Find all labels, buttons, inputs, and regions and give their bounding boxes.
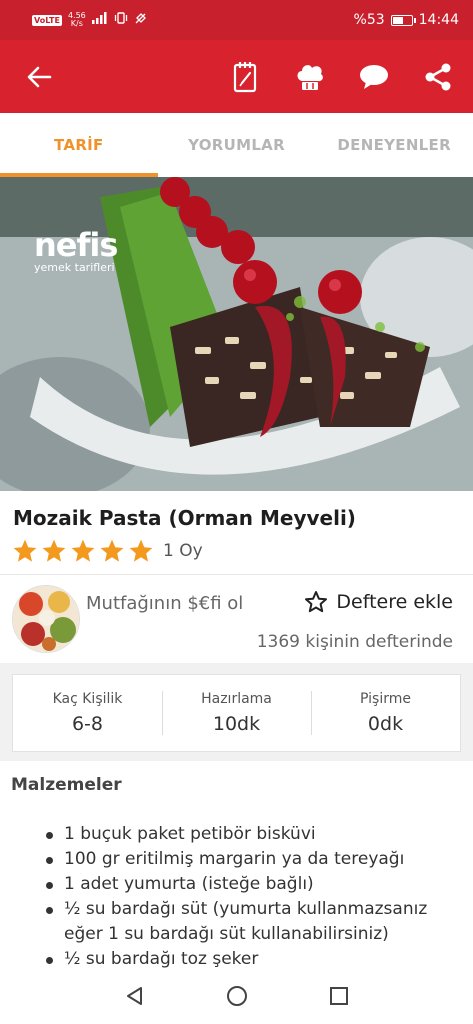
battery-percent: %53 [353, 12, 385, 28]
battery-fill [392, 16, 404, 24]
chef-hat-button[interactable] [291, 58, 329, 96]
battery-icon [390, 14, 416, 26]
status-bar: VoLTE 4.56 K/s %53 14:44 [0, 0, 473, 40]
ingredient-item: ½ su bardağı toz şeker [42, 947, 467, 972]
app-screen: VoLTE 4.56 K/s %53 14:44 TARİF YORUMLAR … [0, 0, 473, 1024]
cake-illustration [0, 177, 473, 491]
star-icon [100, 539, 124, 562]
volte-badge: VoLTE [32, 14, 62, 26]
status-left: VoLTE 4.56 K/s [32, 12, 147, 29]
cook-time-label: Pişirme [360, 691, 411, 707]
ingredient-item: 1 buçuk paket petibör bisküvi [42, 822, 467, 847]
star-icon [42, 539, 66, 562]
star-icon [13, 539, 37, 562]
divider [0, 574, 473, 575]
back-triangle-icon [126, 987, 142, 1005]
notepad-icon [233, 61, 257, 92]
cook-time-value: 0dk [367, 713, 404, 735]
ingredient-item: 1 adet yumurta (isteğe bağlı) [42, 872, 467, 897]
recipe-tabs: TARİF YORUMLAR DENEYENLER [0, 113, 473, 177]
tab-comments[interactable]: YORUMLAR [158, 113, 316, 177]
back-arrow-icon [27, 66, 52, 87]
status-right: %53 14:44 [354, 12, 459, 28]
app-bar-actions [227, 58, 457, 96]
ingredient-item: ½ su bardağı süt (yumurta kullanmazsanız… [42, 897, 467, 947]
recipe-photo: nefis yemek tarifleri [0, 177, 473, 491]
cook-time-info: Pişirme 0dk [311, 675, 460, 751]
recipe-info-section: Kaç Kişilik 6-8 Hazırlama 10dk Pişirme 0… [0, 663, 473, 761]
speed-unit: K/s [70, 19, 83, 28]
watermark-sub: yemek tarifleri [34, 261, 115, 274]
nav-back-button[interactable] [123, 984, 147, 1012]
prep-time-info: Hazırlama 10dk [162, 675, 311, 751]
share-button[interactable] [419, 58, 457, 96]
recipe-title: Mozaik Pasta (Orman Meyveli) [13, 506, 356, 530]
ingredients-list: 1 buçuk paket petibör bisküvi 100 gr eri… [42, 822, 467, 972]
chef-hat-icon [297, 64, 323, 90]
silent-icon [134, 12, 147, 29]
vote-count: 1 Oy [163, 541, 203, 561]
notebook-count: 1369 kişinin defterinde [256, 632, 453, 652]
add-to-notebook-label: Deftere ekle [336, 591, 453, 613]
back-button[interactable] [20, 58, 58, 96]
nav-recents-button[interactable] [327, 984, 351, 1012]
tab-tried[interactable]: DENEYENLER [315, 113, 473, 177]
avatar-image [13, 586, 79, 652]
home-circle-icon [226, 986, 247, 1006]
recents-square-icon [329, 987, 348, 1005]
app-bar [0, 40, 473, 113]
servings-value: 6-8 [71, 713, 104, 735]
system-nav-bar [0, 972, 473, 1024]
tab-recipe[interactable]: TARİF [0, 113, 158, 177]
vibrate-icon [114, 12, 128, 28]
avatar[interactable] [12, 585, 80, 653]
network-speed: 4.56 K/s [68, 12, 86, 28]
prep-time-label: Hazırlama [201, 691, 272, 707]
recipe-info-card: Kaç Kişilik 6-8 Hazırlama 10dk Pişirme 0… [12, 674, 461, 752]
clock: 14:44 [418, 12, 459, 28]
star-icon [71, 539, 95, 562]
servings-info: Kaç Kişilik 6-8 [13, 675, 162, 751]
notepad-button[interactable] [227, 58, 265, 96]
ingredient-item: 100 gr eritilmiş margarin ya da tereyağı [42, 847, 467, 872]
nav-home-button[interactable] [225, 984, 249, 1012]
rating-row[interactable]: 1 Oy [12, 538, 203, 564]
add-to-notebook-button[interactable]: Deftere ekle [304, 590, 453, 614]
star-icon [129, 539, 153, 562]
prep-time-value: 10dk [212, 713, 261, 735]
ingredients-title: Malzemeler [11, 775, 122, 795]
signal-icon [91, 12, 108, 28]
share-icon [425, 63, 451, 90]
watermark-brand: nefis [34, 226, 118, 264]
servings-label: Kaç Kişilik [52, 691, 123, 707]
star-outline-icon [305, 591, 328, 613]
chat-bubble-icon [360, 64, 388, 89]
comments-button[interactable] [355, 58, 393, 96]
watermark: nefis yemek tarifleri [34, 226, 118, 274]
author-name[interactable]: Mutfağının $€fi ol [86, 592, 246, 616]
